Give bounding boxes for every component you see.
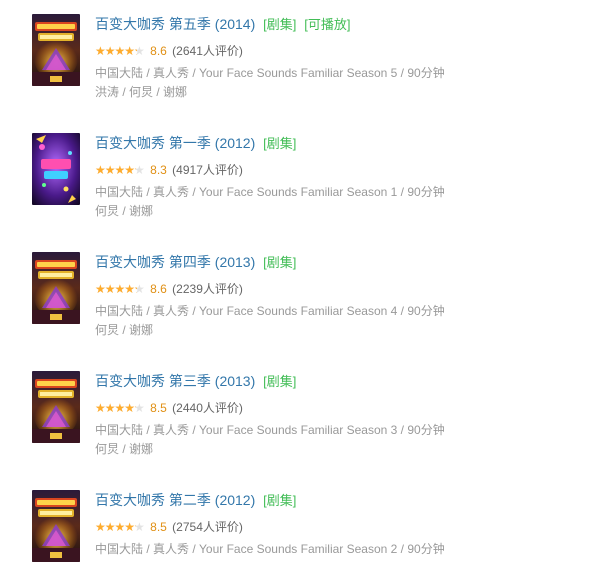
rating-line: ★★★★★★★★★★ 8.3 (4917人评价): [95, 161, 575, 179]
tag-series[interactable]: [剧集]: [263, 493, 296, 508]
tag-series[interactable]: [剧集]: [263, 136, 296, 151]
rating-count: (4917人评价): [172, 163, 243, 177]
list-item: 百变大咖秀 第一季 (2012) [剧集] ★★★★★★★★★★ 8.3 (49…: [0, 119, 602, 229]
rating-count: (2641人评价): [172, 44, 243, 58]
rating-score: 8.3: [150, 163, 167, 177]
item-info: 百变大咖秀 第四季 (2013) [剧集] ★★★★★★★★★★ 8.6 (22…: [95, 251, 575, 340]
rating-line: ★★★★★★★★★★ 8.6 (2641人评价): [95, 42, 575, 60]
title-line: 百变大咖秀 第四季 (2013) [剧集]: [95, 251, 575, 273]
rating-count: (2754人评价): [172, 520, 243, 534]
rating-count: (2440人评价): [172, 401, 243, 415]
poster-image[interactable]: [32, 133, 80, 205]
tag-series[interactable]: [剧集]: [263, 255, 296, 270]
rating-stars: ★★★★★★★★★★: [95, 401, 145, 415]
rating-score: 8.5: [150, 401, 167, 415]
list-item: 百变大咖秀 第五季 (2014) [剧集] [可播放] ★★★★★★★★★★ 8…: [0, 0, 602, 110]
list-item: 百变大咖秀 第四季 (2013) [剧集] ★★★★★★★★★★ 8.6 (22…: [0, 238, 602, 348]
rating-count: (2239人评价): [172, 282, 243, 296]
list-item: 百变大咖秀 第三季 (2013) [剧集] ★★★★★★★★★★ 8.5 (24…: [0, 357, 602, 467]
rating-line: ★★★★★★★★★★ 8.5 (2440人评价): [95, 399, 575, 417]
rating-score: 8.6: [150, 44, 167, 58]
title-line: 百变大咖秀 第五季 (2014) [剧集] [可播放]: [95, 13, 575, 35]
item-cast: 何炅 / 谢娜: [95, 442, 154, 456]
item-info: 百变大咖秀 第五季 (2014) [剧集] [可播放] ★★★★★★★★★★ 8…: [95, 13, 575, 102]
rating-line: ★★★★★★★★★★ 8.6 (2239人评价): [95, 280, 575, 298]
item-cast: 何炅 / 谢娜: [95, 204, 154, 218]
tag-series[interactable]: [剧集]: [263, 17, 296, 32]
list-item: 百变大咖秀 第二季 (2012) [剧集] ★★★★★★★★★★ 8.5 (27…: [0, 476, 602, 586]
rating-stars: ★★★★★★★★★★: [95, 282, 145, 296]
item-meta: 中国大陆 / 真人秀 / Your Face Sounds Familiar S…: [95, 423, 445, 437]
item-meta: 中国大陆 / 真人秀 / Your Face Sounds Familiar S…: [95, 185, 445, 199]
item-cast: 洪涛 / 何炅 / 谢娜: [95, 85, 188, 99]
item-info: 百变大咖秀 第三季 (2013) [剧集] ★★★★★★★★★★ 8.5 (24…: [95, 370, 575, 459]
item-meta: 中国大陆 / 真人秀 / Your Face Sounds Familiar S…: [95, 66, 445, 80]
poster-image[interactable]: [32, 371, 80, 443]
item-title-link[interactable]: 百变大咖秀 第三季 (2013): [95, 373, 255, 389]
item-cast: 何炅 / 谢娜: [95, 323, 154, 337]
poster-image[interactable]: [32, 490, 80, 562]
item-title-link[interactable]: 百变大咖秀 第四季 (2013): [95, 254, 255, 270]
tag-series[interactable]: [剧集]: [263, 374, 296, 389]
rating-stars: ★★★★★★★★★★: [95, 520, 145, 534]
title-line: 百变大咖秀 第一季 (2012) [剧集]: [95, 132, 575, 154]
rating-score: 8.6: [150, 282, 167, 296]
title-line: 百变大咖秀 第二季 (2012) [剧集]: [95, 489, 575, 511]
rating-stars: ★★★★★★★★★★: [95, 44, 145, 58]
item-meta: 中国大陆 / 真人秀 / Your Face Sounds Familiar S…: [95, 304, 445, 318]
rating-score: 8.5: [150, 520, 167, 534]
item-info: 百变大咖秀 第一季 (2012) [剧集] ★★★★★★★★★★ 8.3 (49…: [95, 132, 575, 221]
item-title-link[interactable]: 百变大咖秀 第五季 (2014): [95, 16, 255, 32]
item-info: 百变大咖秀 第二季 (2012) [剧集] ★★★★★★★★★★ 8.5 (27…: [95, 489, 575, 559]
rating-stars: ★★★★★★★★★★: [95, 163, 145, 177]
tag-playable[interactable]: [可播放]: [304, 17, 350, 32]
item-title-link[interactable]: 百变大咖秀 第二季 (2012): [95, 492, 255, 508]
rating-line: ★★★★★★★★★★ 8.5 (2754人评价): [95, 518, 575, 536]
item-title-link[interactable]: 百变大咖秀 第一季 (2012): [95, 135, 255, 151]
title-line: 百变大咖秀 第三季 (2013) [剧集]: [95, 370, 575, 392]
poster-image[interactable]: [32, 252, 80, 324]
item-meta: 中国大陆 / 真人秀 / Your Face Sounds Familiar S…: [95, 542, 445, 556]
poster-image[interactable]: [32, 14, 80, 86]
